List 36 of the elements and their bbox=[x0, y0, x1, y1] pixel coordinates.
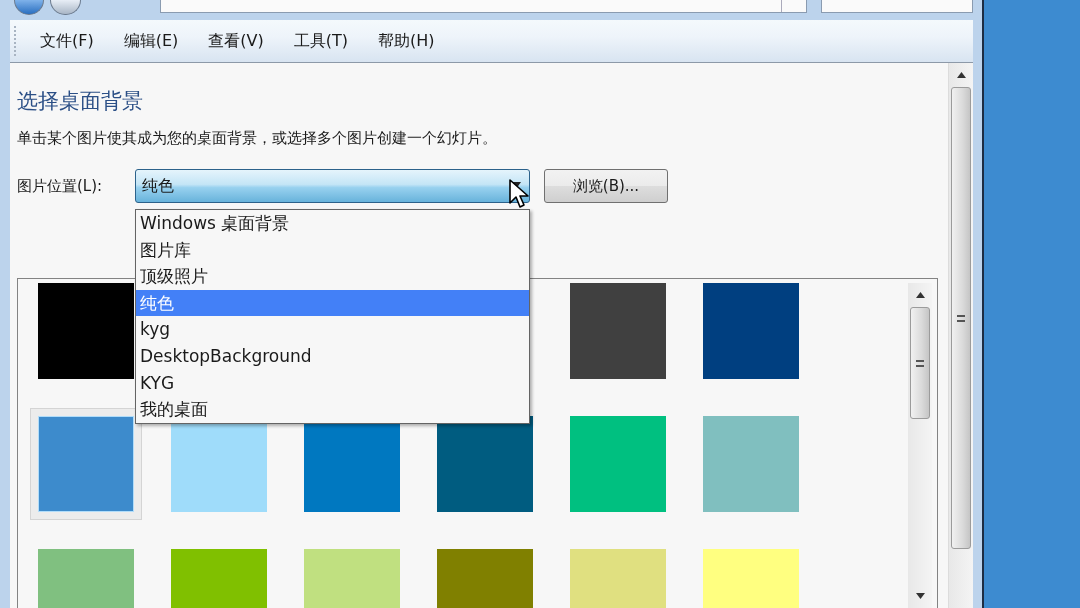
color-swatch[interactable] bbox=[437, 416, 533, 512]
page-title: 选择桌面背景 bbox=[17, 88, 144, 115]
menu-item[interactable]: 工具(T) bbox=[293, 30, 348, 52]
scroll-up-icon[interactable] bbox=[956, 72, 966, 78]
dropdown-option[interactable]: Windows 桌面背景 bbox=[136, 210, 529, 237]
scrollbar[interactable] bbox=[908, 283, 932, 608]
dropdown-option[interactable]: KYG bbox=[136, 369, 529, 397]
dropdown-option[interactable]: 纯色 bbox=[136, 289, 529, 317]
description-text: 单击某个图片使其成为您的桌面背景，或选择多个图片创建一个幻灯片。 bbox=[17, 129, 498, 148]
location-dropdown[interactable]: 纯色 bbox=[135, 169, 530, 203]
dropdown-option[interactable]: DesktopBackground bbox=[136, 342, 529, 370]
scroll-up-icon[interactable] bbox=[915, 292, 925, 298]
color-swatch[interactable] bbox=[570, 283, 666, 379]
toolbar-grip bbox=[14, 26, 18, 56]
color-swatch[interactable] bbox=[703, 416, 799, 512]
scroll-thumb[interactable] bbox=[951, 87, 971, 549]
dropdown-option[interactable]: 我的桌面 bbox=[136, 396, 529, 423]
address-field[interactable] bbox=[159, 0, 808, 13]
browse-button[interactable]: 浏览(B)... bbox=[544, 169, 668, 203]
location-label: 图片位置(L): bbox=[17, 176, 104, 196]
menu-item[interactable]: 帮助(H) bbox=[378, 30, 435, 52]
dropdown-option[interactable]: 图片库 bbox=[136, 236, 529, 264]
color-swatch[interactable] bbox=[703, 283, 799, 379]
color-swatch[interactable] bbox=[38, 283, 134, 379]
back-button[interactable] bbox=[14, 0, 45, 15]
dropdown-option[interactable]: kyg bbox=[136, 316, 529, 343]
menu-item[interactable]: 查看(V) bbox=[208, 30, 264, 52]
color-swatch[interactable] bbox=[570, 416, 666, 512]
menu-item[interactable]: 编辑(E) bbox=[123, 30, 179, 52]
search-field[interactable] bbox=[821, 0, 973, 13]
scroll-thumb[interactable] bbox=[910, 307, 930, 419]
scroll-down-icon[interactable] bbox=[915, 593, 925, 599]
menu-item[interactable]: 文件(F) bbox=[40, 30, 94, 52]
scrollbar[interactable] bbox=[948, 63, 973, 608]
dropdown-option[interactable]: 顶级照片 bbox=[136, 263, 529, 290]
forward-button[interactable] bbox=[50, 0, 81, 15]
